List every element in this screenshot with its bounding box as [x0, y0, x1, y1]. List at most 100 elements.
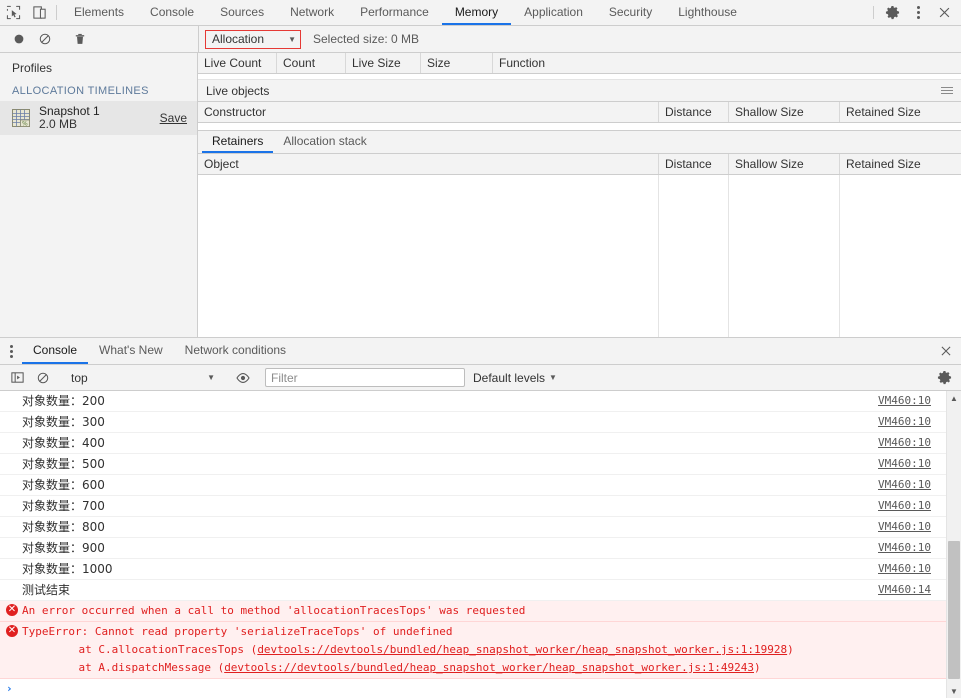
drawer-tab-whats-new[interactable]: What's New [88, 338, 174, 364]
console-message-log[interactable]: 对象数量：400 VM460:10 [0, 433, 961, 454]
console-message-log[interactable]: 对象数量：700 VM460:10 [0, 496, 961, 517]
column-constructor[interactable]: Constructor [198, 102, 659, 122]
column-shallow-size[interactable]: Shallow Size [729, 154, 840, 174]
column-label: Live Size [352, 56, 401, 70]
inspect-element-icon[interactable] [0, 0, 26, 25]
tab-label: Retainers [212, 134, 264, 148]
execution-context-select[interactable]: top ▼ [65, 368, 221, 388]
console-message-log[interactable]: 对象数量：200 VM460:10 [0, 391, 961, 412]
column-label: Distance [665, 105, 712, 119]
record-circle-icon[interactable] [6, 27, 32, 52]
drawer-tab-console[interactable]: Console [22, 338, 89, 364]
message-source-link[interactable]: VM460:10 [878, 392, 931, 410]
console-message-log[interactable]: 对象数量：800 VM460:10 [0, 517, 961, 538]
live-objects-section-bar: Live objects [198, 80, 961, 102]
tab-retainers[interactable]: Retainers [202, 131, 274, 153]
memory-toolbar: Allocation ▼ Selected size: 0 MB [0, 26, 961, 53]
svg-text:%: % [22, 120, 28, 127]
save-snapshot-link[interactable]: Save [160, 111, 189, 125]
column-shallow-size[interactable]: Shallow Size [729, 102, 840, 122]
column-label: Retained Size [846, 105, 921, 119]
column-live-count[interactable]: Live Count [198, 53, 277, 73]
live-objects-label: Live objects [206, 83, 270, 98]
gear-icon[interactable] [879, 0, 905, 25]
close-icon[interactable] [931, 0, 957, 25]
message-source-link[interactable]: VM460:10 [878, 518, 931, 536]
console-message-list[interactable]: 对象数量：200 VM460:10 对象数量：300 VM460:10 对象数量… [0, 391, 961, 698]
column-label: Function [499, 56, 546, 70]
tab-allocation-stack[interactable]: Allocation stack [273, 131, 376, 153]
live-objects-grid-body [198, 123, 961, 130]
console-message-log[interactable]: 对象数量：500 VM460:10 [0, 454, 961, 475]
stack-frame-link[interactable]: devtools://devtools/bundled/heap_snapsho… [224, 661, 754, 674]
allocation-view-select[interactable]: Allocation ▼ [205, 29, 301, 49]
message-text: 对象数量：700 [22, 499, 105, 513]
console-message-error[interactable]: ✕ An error occurred when a call to metho… [0, 601, 961, 622]
console-message-log[interactable]: 对象数量：1000 VM460:10 [0, 559, 961, 580]
tab-performance[interactable]: Performance [347, 0, 442, 25]
message-source-link[interactable]: VM460:10 [878, 455, 931, 473]
tab-security[interactable]: Security [596, 0, 665, 25]
retainers-grid-header: Object Distance Shallow Size Retained Si… [198, 154, 961, 175]
message-source-link[interactable]: VM460:10 [878, 413, 931, 431]
column-size[interactable]: Size [421, 53, 493, 73]
scroll-up-arrow-icon[interactable]: ▲ [947, 391, 961, 405]
drawer-tab-network-conditions[interactable]: Network conditions [174, 338, 297, 364]
device-toolbar-icon[interactable] [26, 0, 52, 25]
message-text: 对象数量：400 [22, 436, 105, 450]
column-retained-size[interactable]: Retained Size [840, 102, 961, 122]
column-distance[interactable]: Distance [659, 102, 729, 122]
tab-lighthouse[interactable]: Lighthouse [665, 0, 750, 25]
message-source-link[interactable]: VM460:10 [878, 560, 931, 578]
console-scrollbar[interactable]: ▲ ▼ [946, 391, 961, 698]
console-message-error[interactable]: ✕ TypeError: Cannot read property 'seria… [0, 622, 961, 679]
trash-icon[interactable] [67, 27, 93, 52]
message-source-link[interactable]: VM460:10 [878, 476, 931, 494]
sidebar-group-allocation-timelines: ALLOCATION TIMELINES [12, 85, 149, 97]
sidebar-item-snapshot-1[interactable]: % Snapshot 1 2.0 MB Save [0, 101, 197, 135]
scrollbar-thumb[interactable] [948, 541, 960, 679]
tab-application[interactable]: Application [511, 0, 596, 25]
gear-icon[interactable] [931, 366, 957, 390]
tab-sources[interactable]: Sources [207, 0, 277, 25]
column-distance[interactable]: Distance [659, 154, 729, 174]
tab-network[interactable]: Network [277, 0, 347, 25]
column-object[interactable]: Object [198, 154, 659, 174]
hamburger-menu-icon[interactable] [939, 85, 955, 96]
log-levels-label: Default levels [473, 370, 546, 385]
tab-memory[interactable]: Memory [441, 0, 512, 25]
console-message-log[interactable]: 测试结束 VM460:14 [0, 580, 961, 601]
message-source-link[interactable]: VM460:10 [878, 497, 931, 515]
column-count[interactable]: Count [277, 53, 346, 73]
message-source-link[interactable]: VM460:10 [878, 434, 931, 452]
live-expression-eye-icon[interactable] [230, 366, 256, 390]
stack-frame-link[interactable]: devtools://devtools/bundled/heap_snapsho… [257, 643, 787, 656]
console-filter-input[interactable] [265, 368, 465, 387]
console-message-log[interactable]: 对象数量：600 VM460:10 [0, 475, 961, 496]
message-text: 对象数量：800 [22, 520, 105, 534]
kebab-menu-icon[interactable] [905, 0, 931, 25]
column-function[interactable]: Function [493, 53, 961, 73]
console-message-log[interactable]: 对象数量：300 VM460:10 [0, 412, 961, 433]
message-source-link[interactable]: VM460:14 [878, 581, 931, 599]
tab-console[interactable]: Console [137, 0, 207, 25]
scroll-down-arrow-icon[interactable]: ▼ [947, 684, 961, 698]
clear-no-entry-icon[interactable] [32, 27, 58, 52]
column-label: Retained Size [846, 157, 921, 171]
clear-console-icon[interactable] [30, 366, 56, 390]
main-tab-list: Elements Console Sources Network Perform… [61, 0, 750, 25]
close-icon[interactable] [931, 338, 961, 364]
console-drawer: Console What's New Network conditions to… [0, 337, 961, 698]
console-prompt[interactable]: › [0, 679, 961, 695]
column-label: Count [283, 56, 316, 70]
kebab-menu-icon[interactable] [0, 338, 22, 364]
stack-frame-prefix: at C.allocationTracesTops ( [52, 643, 258, 656]
console-message-log[interactable]: 对象数量：900 VM460:10 [0, 538, 961, 559]
tab-label: Allocation stack [283, 134, 367, 148]
tab-elements[interactable]: Elements [61, 0, 137, 25]
column-live-size[interactable]: Live Size [346, 53, 421, 73]
log-levels-select[interactable]: Default levels ▼ [465, 371, 565, 385]
message-source-link[interactable]: VM460:10 [878, 539, 931, 557]
console-sidebar-icon[interactable] [4, 366, 30, 390]
column-retained-size[interactable]: Retained Size [840, 154, 961, 174]
